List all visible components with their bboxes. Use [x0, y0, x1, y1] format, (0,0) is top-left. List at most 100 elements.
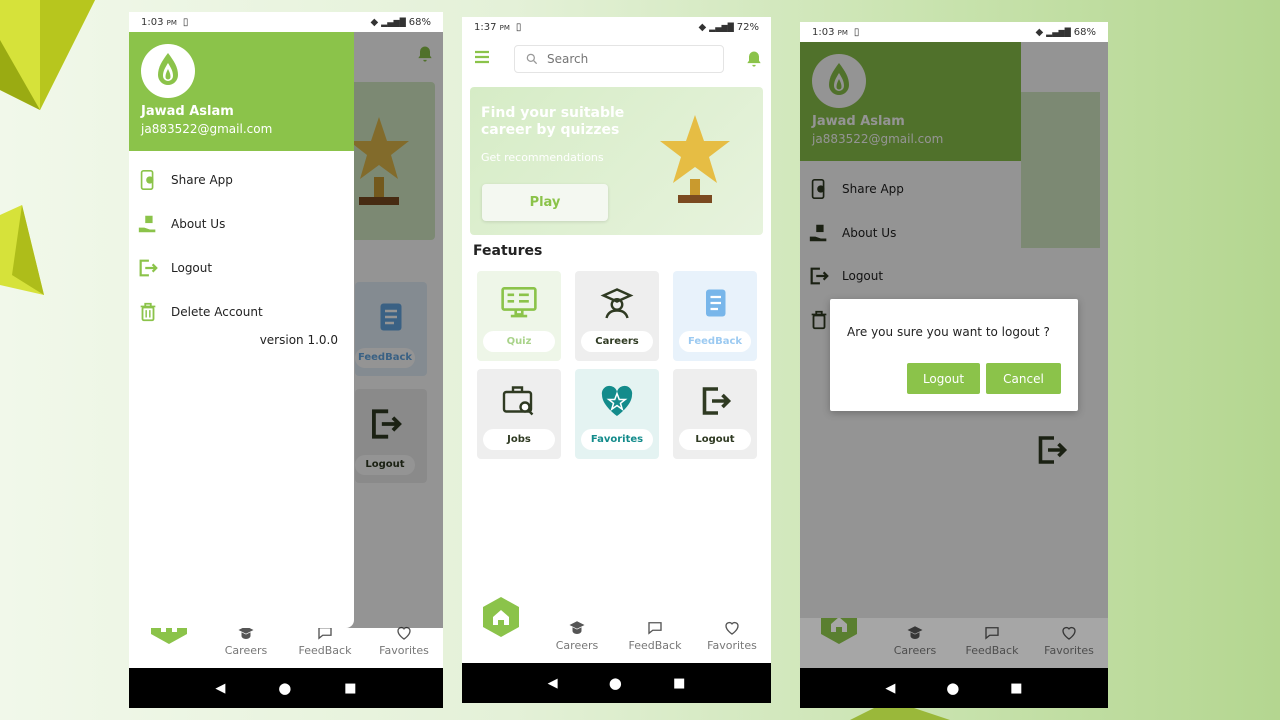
system-navbar: ◀ ● ■	[800, 668, 1108, 708]
top-bar	[462, 37, 771, 83]
dialog-message: Are you sure you want to logout ?	[847, 325, 1050, 339]
trash-icon	[140, 302, 156, 322]
menu-label: Share App	[171, 173, 233, 187]
tab-feedback[interactable]: FeedBack	[620, 619, 690, 652]
system-navbar: ◀ ● ■	[129, 668, 443, 708]
logout-icon	[139, 259, 158, 277]
recents-button[interactable]: ■	[673, 676, 685, 691]
card-label: Quiz	[483, 331, 555, 352]
document-icon	[706, 289, 726, 317]
menu-label: About Us	[171, 217, 226, 231]
menu-share-app[interactable]: Share App	[137, 168, 233, 192]
phone-drawer-screen: 1:03 PM ▯ ◆ ▂▄▆█ 68% FeedBack Logout Jaw…	[129, 12, 443, 708]
quiz-icon	[501, 286, 537, 318]
heart-star-icon	[601, 385, 633, 416]
card-label: Careers	[581, 331, 653, 352]
phone-logout-dialog-screen: 1:03 PM ▯ ◆ ▂▄▆█ 68% Jawad Aslam ja88352…	[800, 22, 1108, 708]
home-button[interactable]: ●	[609, 674, 622, 692]
recents-button[interactable]: ■	[1010, 681, 1022, 696]
app-logo	[141, 44, 195, 98]
system-navbar: ◀ ● ■	[462, 663, 771, 703]
about-us-icon	[138, 215, 156, 233]
wifi-icon: ◆	[1035, 26, 1044, 38]
drawer-header: Jawad Aslam ja883522@gmail.com	[129, 32, 354, 151]
play-button[interactable]: Play	[482, 184, 608, 221]
menu-label: Delete Account	[171, 305, 263, 319]
feature-card-jobs[interactable]: Jobs	[477, 369, 561, 459]
status-time: 1:37 PM	[474, 21, 510, 33]
home-screen: Find your suitable career by quizzes Get…	[462, 37, 771, 623]
recents-button[interactable]: ■	[344, 681, 356, 696]
tab-careers[interactable]: Careers	[211, 624, 281, 657]
feature-card-quiz[interactable]: Quiz	[477, 271, 561, 361]
menu-delete-account[interactable]: Delete Account	[137, 300, 263, 324]
quiz-banner: Find your suitable career by quizzes Get…	[470, 87, 763, 235]
banner-subtitle: Get recommendations	[481, 151, 604, 164]
briefcase-search-icon	[502, 386, 534, 416]
bottom-navigation: Careers FeedBack Favorites	[800, 604, 1108, 668]
search-input[interactable]	[547, 52, 707, 66]
tab-feedback[interactable]: FeedBack	[290, 624, 360, 657]
graduate-icon	[600, 288, 634, 319]
signal-icon: ▂▄▆█	[709, 22, 734, 32]
navigation-drawer: Jawad Aslam ja883522@gmail.com Share App…	[129, 32, 354, 628]
banner-title: Find your suitable career by quizzes	[481, 105, 625, 138]
battery-level: 72%	[736, 21, 759, 33]
feature-card-logout[interactable]: Logout	[673, 369, 757, 459]
feature-card-favorites[interactable]: Favorites	[575, 369, 659, 459]
chat-bubble-icon	[648, 622, 662, 635]
wifi-icon: ◆	[698, 21, 707, 33]
cancel-button[interactable]: Cancel	[986, 363, 1061, 394]
status-time: 1:03 PM	[141, 16, 177, 28]
status-time: 1:03 PM	[812, 26, 848, 38]
bell-icon[interactable]	[744, 49, 764, 69]
back-button[interactable]: ◀	[885, 681, 895, 696]
leaf-decoration-left	[0, 205, 44, 295]
tab-favorites[interactable]: Favorites	[369, 624, 439, 657]
search-icon	[526, 53, 538, 65]
tab-careers[interactable]: Careers	[542, 619, 612, 652]
trophy-icon	[660, 115, 730, 203]
card-label: Favorites	[581, 429, 653, 450]
tab-favorites[interactable]: Favorites	[697, 619, 767, 652]
home-button[interactable]: ●	[946, 679, 959, 697]
menu-icon[interactable]	[474, 49, 490, 65]
bottom-navigation: Careers FeedBack Favorites	[462, 597, 771, 663]
battery-level: 68%	[1073, 26, 1096, 38]
phone-home-screen: 1:37 PM ▯ ◆ ▂▄▆█ 72% Find your suitable …	[462, 17, 771, 703]
sim-icon: ▯	[515, 21, 522, 33]
signal-icon: ▂▄▆█	[381, 17, 406, 27]
user-email: ja883522@gmail.com	[141, 122, 273, 136]
leaf-decoration-top	[0, 0, 95, 110]
tabs-scrim	[800, 618, 1108, 668]
app-version: version 1.0.0	[259, 333, 338, 347]
battery-level: 68%	[408, 16, 431, 28]
card-label: FeedBack	[679, 331, 751, 352]
sim-icon: ▯	[853, 26, 860, 38]
flame-logo-icon	[158, 53, 178, 85]
back-button[interactable]: ◀	[215, 681, 225, 696]
menu-label: Logout	[171, 261, 213, 275]
feature-card-careers[interactable]: Careers	[575, 271, 659, 361]
share-app-icon	[140, 170, 154, 190]
status-bar: 1:03 PM ▯ ◆ ▂▄▆█ 68%	[800, 22, 1108, 42]
confirm-logout-button[interactable]: Logout	[907, 363, 980, 394]
card-label: Jobs	[483, 429, 555, 450]
feature-card-feedback[interactable]: FeedBack	[673, 271, 757, 361]
home-button[interactable]: ●	[278, 679, 291, 697]
menu-about-us[interactable]: About Us	[137, 212, 225, 236]
search-box[interactable]	[514, 45, 724, 73]
features-heading: Features	[473, 243, 543, 259]
user-name: Jawad Aslam	[141, 104, 234, 119]
sim-icon: ▯	[182, 16, 189, 28]
wifi-icon: ◆	[370, 16, 379, 28]
heart-icon	[725, 621, 739, 635]
status-bar: 1:03 PM ▯ ◆ ▂▄▆█ 68%	[129, 12, 443, 32]
home-icon[interactable]	[483, 597, 519, 637]
signal-icon: ▂▄▆█	[1046, 27, 1071, 37]
back-button[interactable]: ◀	[548, 676, 558, 691]
logout-confirm-dialog: Are you sure you want to logout ? Logout…	[830, 299, 1078, 411]
menu-logout[interactable]: Logout	[137, 256, 212, 280]
logout-icon	[702, 387, 732, 415]
graduate-icon	[569, 621, 585, 634]
